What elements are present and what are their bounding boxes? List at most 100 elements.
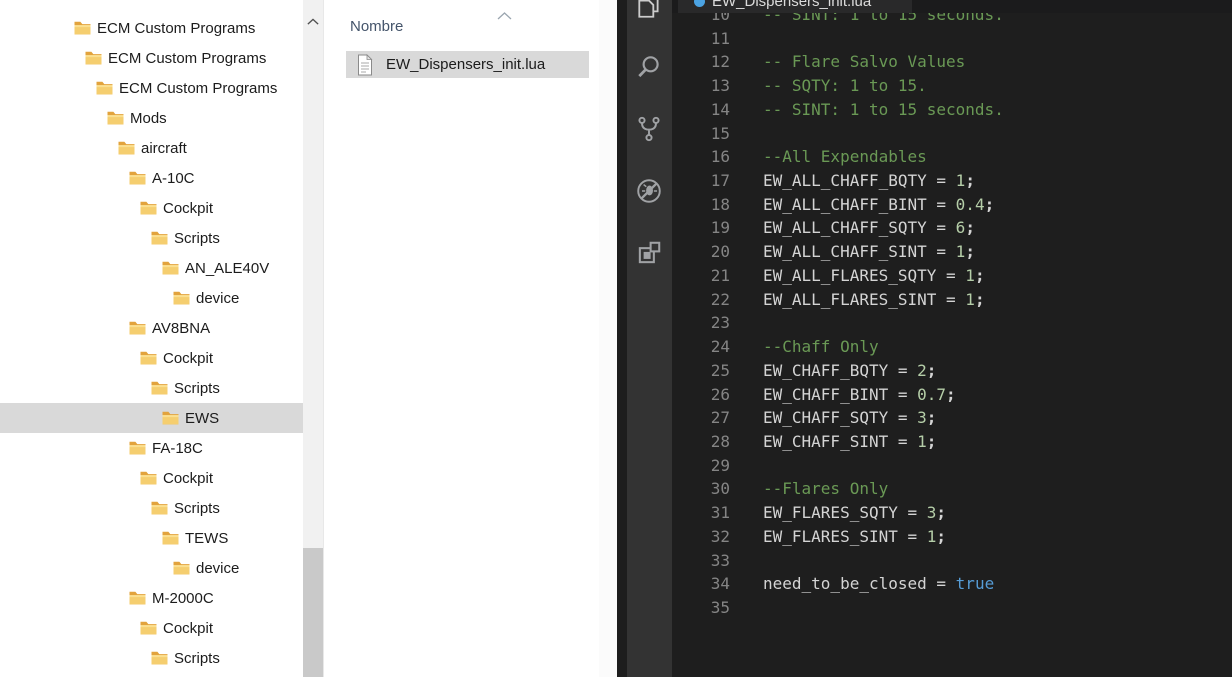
folder-tree-panel[interactable]: ECM Custom ProgramsECM Custom ProgramsEC… bbox=[0, 0, 303, 677]
code-text: -- SINT: 1 to 15 seconds. bbox=[763, 100, 1004, 119]
code-text: EW_ALL_FLARES_SINT = 1; bbox=[763, 290, 985, 309]
tree-item-label: Scripts bbox=[174, 650, 220, 667]
line-number: 34 bbox=[672, 572, 730, 596]
tree-item-label: FA-18C bbox=[152, 440, 203, 457]
code-line-33[interactable]: 33 bbox=[672, 549, 1232, 573]
code-line-18[interactable]: 18EW_ALL_CHAFF_BINT = 0.4; bbox=[672, 193, 1232, 217]
code-line-25[interactable]: 25EW_CHAFF_BQTY = 2; bbox=[672, 359, 1232, 383]
tree-item-label: Scripts bbox=[174, 230, 220, 247]
tree-item-device[interactable]: device bbox=[0, 553, 303, 583]
code-line-24[interactable]: 24--Chaff Only bbox=[672, 335, 1232, 359]
token: ; bbox=[927, 432, 937, 451]
code-line-35[interactable]: 35 bbox=[672, 596, 1232, 620]
tree-item-label: Cockpit bbox=[163, 350, 213, 367]
code-text: --All Expendables bbox=[763, 147, 927, 166]
token: 1 bbox=[927, 527, 937, 546]
folder-icon bbox=[129, 321, 146, 335]
tree-item-fa-18c[interactable]: FA-18C bbox=[0, 433, 303, 463]
code-line-14[interactable]: 14 -- SINT: 1 to 15 seconds. bbox=[672, 98, 1232, 122]
token: = bbox=[888, 408, 917, 427]
code-line-34[interactable]: 34need_to_be_closed = true bbox=[672, 572, 1232, 596]
token: -- SINT: 1 to 15 seconds. bbox=[763, 100, 1004, 119]
code-line-32[interactable]: 32EW_FLARES_SINT = 1; bbox=[672, 525, 1232, 549]
code-line-31[interactable]: 31 EW_FLARES_SQTY = 3; bbox=[672, 501, 1232, 525]
line-number: 30 bbox=[672, 477, 730, 501]
file-item-ew-dispensers-init-lua[interactable]: EW_Dispensers_init.lua bbox=[346, 51, 589, 78]
code-area[interactable]: 10-- SINT: 1 to 15 seconds.1112-- Flare … bbox=[672, 3, 1232, 620]
code-line-29[interactable]: 29 bbox=[672, 454, 1232, 478]
folder-icon bbox=[85, 51, 102, 65]
tree-item-cockpit[interactable]: Cockpit bbox=[0, 463, 303, 493]
tree-item-label: ECM Custom Programs bbox=[97, 20, 255, 37]
line-number: 35 bbox=[672, 596, 730, 620]
code-line-30[interactable]: 30--Flares Only bbox=[672, 477, 1232, 501]
folder-icon bbox=[129, 441, 146, 455]
folder-icon bbox=[74, 21, 91, 35]
token: EW_CHAFF_SINT bbox=[763, 432, 888, 451]
tree-item-aircraft[interactable]: aircraft bbox=[0, 133, 303, 163]
tree-item-device[interactable]: device bbox=[0, 283, 303, 313]
code-line-12[interactable]: 12-- Flare Salvo Values bbox=[672, 50, 1232, 74]
tree-item-label: Mods bbox=[130, 110, 167, 127]
tree-item-scripts[interactable]: Scripts bbox=[0, 493, 303, 523]
line-number: 22 bbox=[672, 288, 730, 312]
tree-item-a-10c[interactable]: A-10C bbox=[0, 163, 303, 193]
code-line-17[interactable]: 17EW_ALL_CHAFF_BQTY = 1; bbox=[672, 169, 1232, 193]
code-line-20[interactable]: 20EW_ALL_CHAFF_SINT = 1; bbox=[672, 240, 1232, 264]
tree-item-ecm-custom-programs[interactable]: ECM Custom Programs bbox=[0, 43, 303, 73]
code-line-16[interactable]: 16 --All Expendables bbox=[672, 145, 1232, 169]
line-number: 31 bbox=[672, 501, 730, 525]
code-editor[interactable]: 10-- SINT: 1 to 15 seconds.1112-- Flare … bbox=[672, 0, 1232, 677]
tree-item-av8bna[interactable]: AV8BNA bbox=[0, 313, 303, 343]
file-explorer-window: ECM Custom ProgramsECM Custom ProgramsEC… bbox=[0, 0, 617, 677]
code-line-22[interactable]: 22 EW_ALL_FLARES_SINT = 1; bbox=[672, 288, 1232, 312]
token: 3 bbox=[917, 408, 927, 427]
tree-item-an-ale40v[interactable]: AN_ALE40V bbox=[0, 253, 303, 283]
tree-item-ecm-custom-programs[interactable]: ECM Custom Programs bbox=[0, 13, 303, 43]
code-line-13[interactable]: 13-- SQTY: 1 to 15. bbox=[672, 74, 1232, 98]
file-item-label: EW_Dispensers_init.lua bbox=[386, 56, 545, 73]
scroll-up-icon[interactable] bbox=[307, 13, 319, 31]
token: = bbox=[898, 503, 927, 522]
line-number: 25 bbox=[672, 359, 730, 383]
code-line-19[interactable]: 19EW_ALL_CHAFF_SQTY = 6; bbox=[672, 216, 1232, 240]
tree-scrollbar-thumb[interactable] bbox=[303, 548, 323, 677]
token: EW_FLARES_SINT bbox=[763, 527, 898, 546]
code-line-15[interactable]: 15 bbox=[672, 122, 1232, 146]
token: EW_ALL_CHAFF_BINT bbox=[763, 195, 927, 214]
tree-item-scripts[interactable]: Scripts bbox=[0, 643, 303, 673]
code-text: EW_ALL_CHAFF_SQTY = 6; bbox=[763, 218, 975, 237]
code-line-28[interactable]: 28EW_CHAFF_SINT = 1; bbox=[672, 430, 1232, 454]
token: = bbox=[927, 574, 956, 593]
column-header-nombre[interactable]: Nombre bbox=[324, 16, 594, 40]
tree-item-label: Scripts bbox=[174, 380, 220, 397]
code-line-21[interactable]: 21EW_ALL_FLARES_SQTY = 1; bbox=[672, 264, 1232, 288]
tree-scrollbar[interactable] bbox=[303, 0, 323, 677]
tree-item-scripts[interactable]: Scripts bbox=[0, 223, 303, 253]
line-number: 16 bbox=[672, 145, 730, 169]
tree-item-cockpit[interactable]: Cockpit bbox=[0, 343, 303, 373]
token: = bbox=[927, 171, 956, 190]
code-text: EW_CHAFF_SQTY = 3; bbox=[763, 408, 936, 427]
tree-item-mods[interactable]: Mods bbox=[0, 103, 303, 133]
token: 6 bbox=[956, 218, 966, 237]
line-number: 14 bbox=[672, 98, 730, 122]
code-line-27[interactable]: 27EW_CHAFF_SQTY = 3; bbox=[672, 406, 1232, 430]
code-line-11[interactable]: 11 bbox=[672, 27, 1232, 51]
code-line-23[interactable]: 23 bbox=[672, 311, 1232, 335]
tree-item-cockpit[interactable]: Cockpit bbox=[0, 193, 303, 223]
folder-icon bbox=[162, 531, 179, 545]
tree-item-ews[interactable]: EWS bbox=[0, 403, 303, 433]
tree-item-ecm-custom-programs[interactable]: ECM Custom Programs bbox=[0, 73, 303, 103]
folder-icon bbox=[140, 201, 157, 215]
code-line-26[interactable]: 26EW_CHAFF_BINT = 0.7; bbox=[672, 383, 1232, 407]
token: EW_ALL_FLARES_SQTY bbox=[763, 266, 936, 285]
tree-item-scripts[interactable]: Scripts bbox=[0, 373, 303, 403]
code-text: EW_FLARES_SQTY = 3; bbox=[763, 503, 946, 522]
token: ; bbox=[927, 361, 937, 380]
tree-item-cockpit[interactable]: Cockpit bbox=[0, 613, 303, 643]
tree-item-tews[interactable]: TEWS bbox=[0, 523, 303, 553]
tab-ew-dispensers-init-lua[interactable]: EW_Dispensers_init.lua bbox=[678, 0, 912, 13]
sort-ascending-icon bbox=[497, 7, 512, 25]
tree-item-m-2000c[interactable]: M-2000C bbox=[0, 583, 303, 613]
